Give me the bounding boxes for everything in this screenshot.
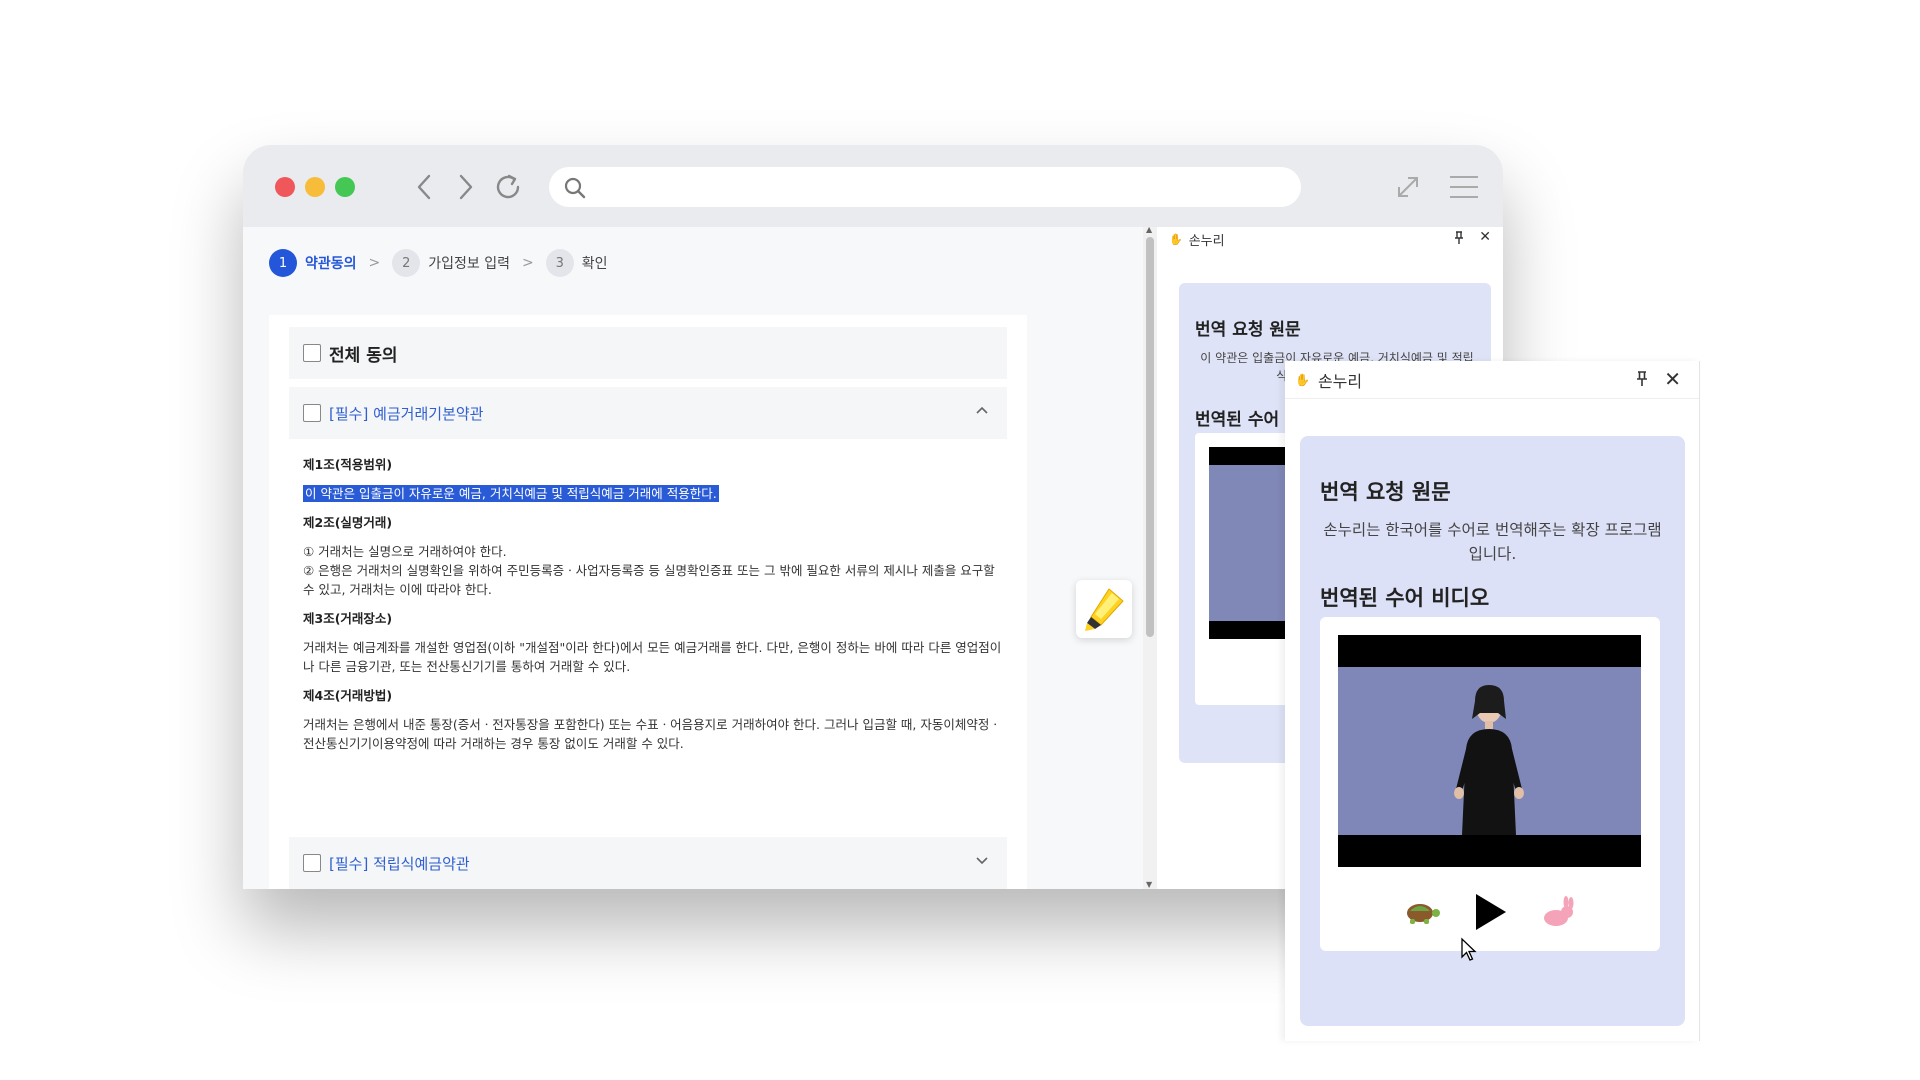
step-number: 1 <box>269 249 297 277</box>
turtle-icon <box>1407 904 1440 924</box>
highlighter-button[interactable] <box>1076 580 1132 638</box>
play-button[interactable] <box>1467 889 1513 935</box>
scroll-up-icon[interactable]: ▲ <box>1146 225 1152 234</box>
step-number: 3 <box>545 249 574 277</box>
forward-button[interactable] <box>447 167 485 207</box>
pin-icon[interactable] <box>1635 371 1649 387</box>
term-title: [필수] 적립식예금약관 <box>329 854 470 873</box>
page-scrollbar[interactable]: ▲ ▼ <box>1143 225 1157 889</box>
popup-header: ✋ 손누리 ✕ <box>1285 361 1699 399</box>
term-checkbox[interactable] <box>303 854 321 872</box>
hand-icon: ✋ <box>1295 372 1310 387</box>
popup-title: 손누리 <box>1317 371 1363 391</box>
article-text: 이 약관은 입출금이 자유로운 예금, 거치식예금 및 적립식예금 거래에 적용… <box>303 484 1003 503</box>
video-container <box>1320 617 1660 951</box>
rabbit-icon <box>1544 896 1574 926</box>
article-text: 거래처는 예금계좌를 개설한 영업점(이하 "개설점"이라 한다)에서 모든 예… <box>303 640 1002 674</box>
back-button[interactable] <box>405 167 443 207</box>
article-text: 거래처는 은행에서 내준 통장(증서ㆍ전자통장을 포함한다) 또는 수표ㆍ어음용… <box>303 717 1001 751</box>
term-title: [필수] 예금거래기본약관 <box>329 404 484 423</box>
browser-toolbar <box>243 145 1503 227</box>
search-icon <box>564 177 586 199</box>
slow-speed-button[interactable] <box>1399 889 1445 935</box>
minimize-window-button[interactable] <box>305 177 325 197</box>
source-heading: 번역 요청 원문 <box>1320 480 1451 504</box>
play-icon <box>1476 894 1506 930</box>
page-content: 1 약관동의 > 2 가입정보 입력 > 3 확인 전체 동의 [필수] 예금거… <box>243 227 1143 889</box>
term-content: 제1조(적용범위) 이 약관은 입출금이 자유로운 예금, 거치식예금 및 적립… <box>303 455 1003 753</box>
article-text: ② 은행은 거래처의 실명확인을 위하여 주민등록증ㆍ사업자등록증 등 실명확인… <box>303 563 995 597</box>
scrollbar-thumb[interactable] <box>1146 237 1154 637</box>
step-separator: > <box>368 255 381 271</box>
signer-figure <box>1454 685 1524 835</box>
video-frame <box>1338 667 1641 835</box>
menu-button[interactable] <box>1446 169 1482 205</box>
video-heading: 번역된 수어 <box>1195 410 1280 430</box>
article-title: 제3조(거래장소) <box>303 611 393 626</box>
source-text: 손누리는 한국어를 수어로 번역해주는 확장 프로그램입니다. <box>1323 521 1662 563</box>
sign-language-video[interactable] <box>1338 635 1641 867</box>
step-label-terms: 약관동의 <box>305 256 357 272</box>
article-title: 제1조(적용범위) <box>303 457 393 472</box>
hamburger-icon <box>1450 176 1478 198</box>
step-number: 2 <box>392 249 421 277</box>
term-checkbox[interactable] <box>303 404 321 422</box>
term-header-savings[interactable]: [필수] 적립식예금약관 <box>289 837 1007 889</box>
signup-steps: 1 약관동의 > 2 가입정보 입력 > 3 확인 <box>269 249 608 277</box>
chevron-up-icon[interactable] <box>975 403 989 417</box>
chevron-right-icon <box>459 174 473 200</box>
article-title: 제2조(실명거래) <box>303 515 393 530</box>
hand-icon: ✋ <box>1169 232 1183 246</box>
side-panel-header: ✋ 손누리 ✕ <box>1157 227 1503 251</box>
mouse-cursor-icon <box>1461 937 1477 961</box>
video-heading: 번역된 수어 비디오 <box>1320 586 1490 610</box>
terms-panel: 전체 동의 [필수] 예금거래기본약관 제1조(적용범위) 이 약관은 입출금이… <box>269 315 1027 889</box>
step-separator: > <box>522 255 534 271</box>
source-heading: 번역 요청 원문 <box>1195 320 1301 340</box>
highlighted-text: 이 약관은 입출금이 자유로운 예금, 거치식예금 및 적립식예금 거래에 적용… <box>303 485 719 502</box>
pin-icon[interactable] <box>1453 231 1465 245</box>
expand-icon <box>1398 177 1418 197</box>
video-controls <box>1320 887 1660 937</box>
highlighter-icon <box>1085 588 1124 631</box>
chevron-down-icon[interactable] <box>975 853 989 867</box>
article-title: 제4조(거래방법) <box>303 688 393 703</box>
agree-all-label: 전체 동의 <box>329 345 398 366</box>
step-label-confirm: 확인 <box>581 256 608 272</box>
fast-speed-button[interactable] <box>1535 889 1581 935</box>
reload-button[interactable] <box>489 167 527 207</box>
term-header-basic[interactable]: [필수] 예금거래기본약관 <box>289 387 1007 439</box>
address-bar[interactable] <box>549 167 1301 207</box>
agree-all-checkbox[interactable] <box>303 344 321 362</box>
close-window-button[interactable] <box>275 177 295 197</box>
extension-popup: ✋ 손누리 ✕ 번역 요청 원문 손누리는 한국어를 수어로 번역해주는 확장 … <box>1285 361 1700 1041</box>
expand-button[interactable] <box>1390 169 1426 205</box>
scroll-down-icon[interactable]: ▼ <box>1146 880 1152 889</box>
chevron-left-icon <box>417 174 431 200</box>
side-panel-title: 손누리 <box>1188 233 1225 249</box>
agree-all-row[interactable]: 전체 동의 <box>289 327 1007 379</box>
close-icon[interactable]: ✕ <box>1664 367 1681 391</box>
reload-icon <box>496 174 520 199</box>
article-text: ① 거래처는 실명으로 거래하여야 한다. <box>303 544 507 559</box>
close-icon[interactable]: ✕ <box>1479 229 1491 245</box>
maximize-window-button[interactable] <box>335 177 355 197</box>
step-label-info: 가입정보 입력 <box>428 256 510 272</box>
translation-card: 번역 요청 원문 손누리는 한국어를 수어로 번역해주는 확장 프로그램입니다.… <box>1300 436 1685 1026</box>
